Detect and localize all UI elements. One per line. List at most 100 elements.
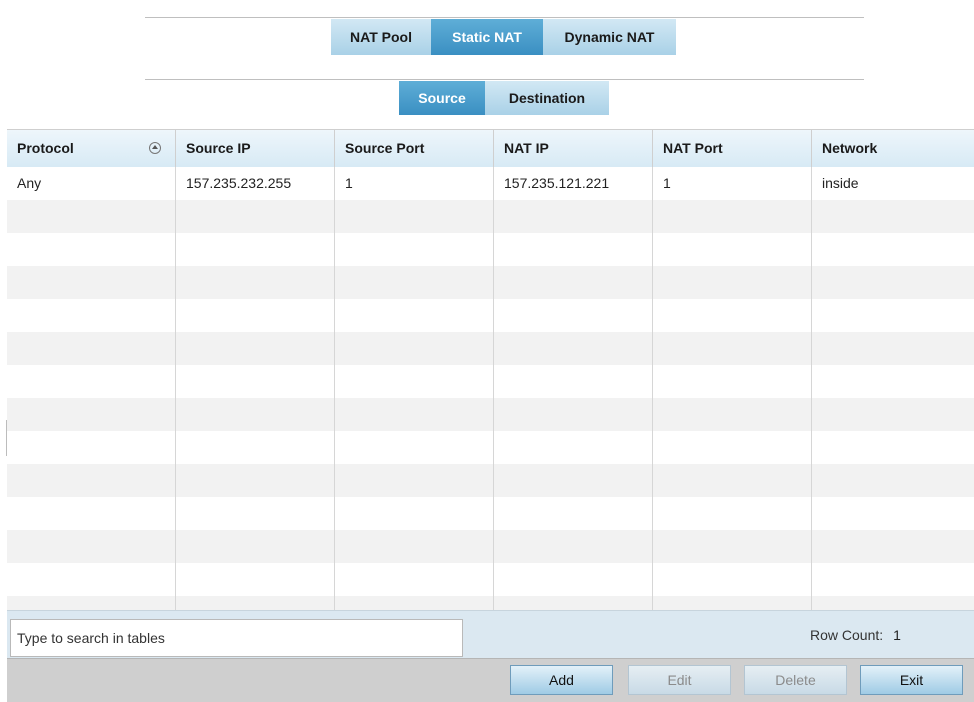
- empty-cell: [176, 431, 335, 464]
- tab-divider-top: [145, 17, 864, 18]
- empty-cell: [176, 563, 335, 596]
- empty-cell: [653, 563, 812, 596]
- table-row-empty: [7, 299, 974, 332]
- empty-cell: [335, 398, 494, 431]
- empty-cell: [335, 200, 494, 233]
- empty-cell: [653, 365, 812, 398]
- empty-cell: [7, 497, 176, 530]
- empty-cell: [653, 398, 812, 431]
- tab-source[interactable]: Source: [399, 81, 485, 115]
- table-row-empty: [7, 365, 974, 398]
- empty-cell: [335, 299, 494, 332]
- column-header-label: NAT Port: [663, 140, 723, 156]
- empty-cell: [653, 431, 812, 464]
- exit-button[interactable]: Exit: [860, 665, 963, 695]
- table-row-empty: [7, 530, 974, 563]
- add-button[interactable]: Add: [510, 665, 613, 695]
- column-header-label: Network: [822, 140, 878, 156]
- tab-dynamic-nat[interactable]: Dynamic NAT: [543, 19, 676, 55]
- empty-cell: [653, 596, 812, 610]
- delete-button[interactable]: Delete: [744, 665, 847, 695]
- tab-static-nat[interactable]: Static NAT: [431, 19, 543, 55]
- table-row-empty: [7, 266, 974, 299]
- empty-cell: [812, 299, 974, 332]
- sort-ascending-icon[interactable]: [149, 142, 161, 154]
- empty-cell: [653, 497, 812, 530]
- empty-cell: [7, 563, 176, 596]
- table-row-empty: [7, 563, 974, 596]
- row-count-label: Row Count:: [810, 627, 884, 643]
- column-header-protocol[interactable]: Protocol: [7, 130, 176, 167]
- table-row-empty: [7, 596, 974, 610]
- table-row-empty: [7, 431, 974, 464]
- empty-cell: [812, 233, 974, 266]
- table-header: Protocol Source IP Source Port NAT IP NA…: [7, 130, 974, 168]
- empty-cell: [7, 200, 176, 233]
- empty-cell: [494, 464, 653, 497]
- empty-cell: [494, 596, 653, 610]
- empty-cell: [335, 332, 494, 365]
- empty-cell: [812, 266, 974, 299]
- static-nat-table: Protocol Source IP Source Port NAT IP NA…: [7, 129, 974, 610]
- empty-cell: [176, 299, 335, 332]
- empty-cell: [812, 563, 974, 596]
- empty-cell: [335, 266, 494, 299]
- cell-source-ip: 157.235.232.255: [176, 167, 335, 200]
- row-count-value: 1: [893, 627, 901, 643]
- cell-protocol: Any: [7, 167, 176, 200]
- empty-cell: [653, 200, 812, 233]
- table-search-input[interactable]: [10, 619, 463, 657]
- empty-cell: [335, 497, 494, 530]
- empty-cell: [176, 497, 335, 530]
- table-row[interactable]: Any 157.235.232.255 1 157.235.121.221 1 …: [7, 167, 974, 200]
- empty-cell: [653, 530, 812, 563]
- column-header-network[interactable]: Network: [812, 130, 974, 167]
- empty-cell: [812, 398, 974, 431]
- empty-cell: [653, 266, 812, 299]
- empty-cell: [335, 431, 494, 464]
- empty-cell: [494, 266, 653, 299]
- column-header-nat-ip[interactable]: NAT IP: [494, 130, 653, 167]
- empty-cell: [7, 464, 176, 497]
- empty-cell: [653, 233, 812, 266]
- empty-cell: [176, 596, 335, 610]
- empty-cell: [7, 431, 176, 464]
- empty-cell: [653, 299, 812, 332]
- empty-cell: [494, 332, 653, 365]
- empty-cell: [494, 233, 653, 266]
- table-row-empty: [7, 464, 974, 497]
- tab-destination[interactable]: Destination: [485, 81, 609, 115]
- empty-cell: [7, 398, 176, 431]
- empty-cell: [7, 332, 176, 365]
- empty-cell: [494, 398, 653, 431]
- empty-cell: [494, 299, 653, 332]
- tab-nat-pool[interactable]: NAT Pool: [331, 19, 431, 55]
- empty-cell: [7, 233, 176, 266]
- empty-cell: [494, 365, 653, 398]
- resize-edge: [6, 420, 7, 456]
- empty-cell: [494, 200, 653, 233]
- table-row-empty: [7, 233, 974, 266]
- empty-cell: [176, 233, 335, 266]
- table-body: Any 157.235.232.255 1 157.235.121.221 1 …: [7, 167, 974, 610]
- column-header-label: Source IP: [186, 140, 251, 156]
- row-count: Row Count: 1: [810, 611, 901, 659]
- edit-button[interactable]: Edit: [628, 665, 731, 695]
- column-header-nat-port[interactable]: NAT Port: [653, 130, 812, 167]
- cell-nat-ip: 157.235.121.221: [494, 167, 653, 200]
- empty-cell: [7, 596, 176, 610]
- cell-nat-port: 1: [653, 167, 812, 200]
- empty-cell: [653, 464, 812, 497]
- empty-cell: [812, 530, 974, 563]
- empty-cell: [494, 530, 653, 563]
- column-header-source-ip[interactable]: Source IP: [176, 130, 335, 167]
- empty-cell: [7, 530, 176, 563]
- action-bar: Add Edit Delete Exit: [7, 658, 974, 702]
- empty-cell: [7, 266, 176, 299]
- column-header-source-port[interactable]: Source Port: [335, 130, 494, 167]
- empty-cell: [335, 530, 494, 563]
- table-row-empty: [7, 332, 974, 365]
- empty-cell: [7, 365, 176, 398]
- empty-cell: [494, 431, 653, 464]
- empty-cell: [176, 464, 335, 497]
